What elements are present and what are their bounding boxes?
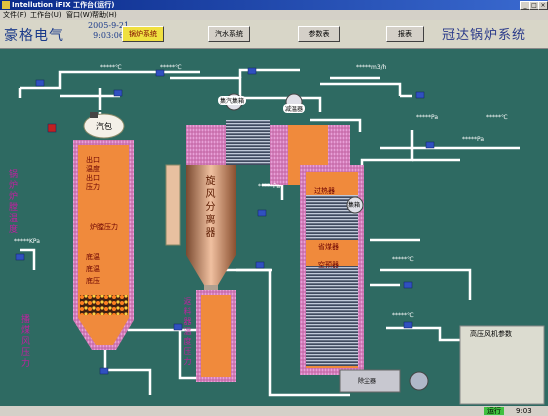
cyclone-label: 旋风分离器 <box>205 176 216 239</box>
coal-air-side-label: 播煤风压力 <box>20 315 30 369</box>
readout: *****Pa <box>258 183 281 190</box>
readout: *****℃ <box>392 256 414 263</box>
junction-label: 集箱 <box>348 202 361 209</box>
collector-label: 集汽集箱 <box>218 96 247 105</box>
furnace-pressure-label: 炉膛压力 <box>90 223 118 231</box>
readout: *****Pa <box>416 114 439 121</box>
fan-panel-title: 高压风机参数 <box>470 330 512 338</box>
process-diagram <box>15 67 545 405</box>
returner-side-label: 返料器温度压力 <box>183 297 192 366</box>
furnace <box>73 140 134 350</box>
superheater-label: 过热器 <box>314 187 335 195</box>
furnace-temp-side-label: 锅炉炉膛温度 <box>8 170 18 235</box>
status-clock: 9:03 <box>516 407 532 415</box>
pipe <box>20 70 200 90</box>
readout: *****℃ <box>392 312 414 319</box>
status-bar: 运行 9:03 <box>0 406 548 416</box>
air-preheater-label: 空预器 <box>318 261 339 269</box>
reducer-label: 减温器 <box>283 104 306 113</box>
back-pass <box>300 165 364 375</box>
run-indicator: 运行 <box>484 407 504 415</box>
pipe <box>320 82 402 96</box>
bed-label-2: 底温 <box>86 265 100 273</box>
economizer-label: 省煤器 <box>318 243 339 251</box>
readout: *****Pa <box>462 136 485 143</box>
readout: *****℃ <box>160 64 182 71</box>
outlet-label-4: 压力 <box>86 183 100 191</box>
superheater-coil <box>226 120 270 165</box>
readout: *****℃ <box>100 64 122 71</box>
readout: *****m3/h <box>356 64 387 71</box>
readout: *****KPa <box>14 238 40 245</box>
bed-label-3: 底压 <box>86 277 100 285</box>
bed-label-1: 底温 <box>86 253 100 261</box>
separator-column <box>165 164 181 246</box>
readout: *****℃ <box>486 114 508 121</box>
drum-label: 汽包 <box>96 122 112 131</box>
fan <box>409 371 429 391</box>
dust-label: 除尘器 <box>358 378 377 385</box>
